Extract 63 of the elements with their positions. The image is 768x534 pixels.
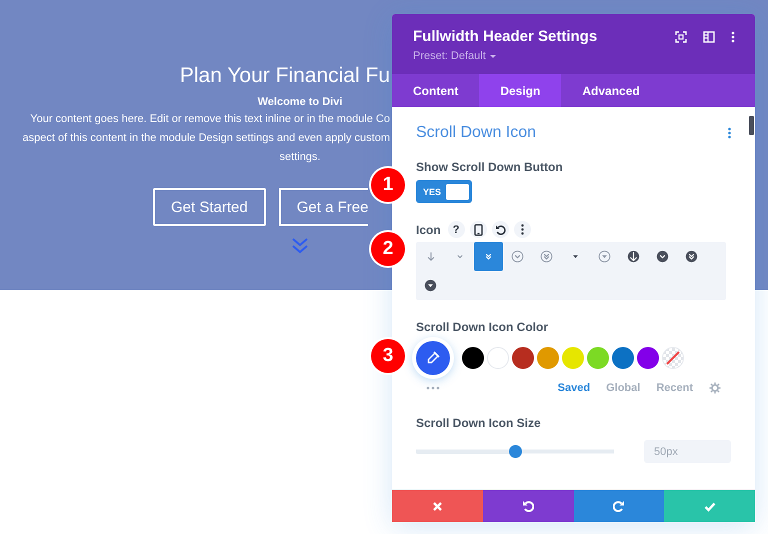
redo-icon — [612, 500, 625, 512]
double-chevron-circle-icon — [540, 250, 553, 263]
step-badge: 1 — [371, 168, 405, 202]
palette-tab[interactable]: Recent — [656, 382, 693, 394]
double-chevron-icon — [290, 236, 310, 255]
slider-thumb[interactable] — [509, 445, 522, 458]
field-label: Scroll Down Icon Color — [416, 320, 550, 334]
undo-icon — [522, 500, 534, 512]
size-input[interactable]: 50px — [644, 440, 731, 463]
toggle-switch[interactable]: YES — [416, 180, 472, 203]
body-text-line: aspect of this content in the module Design settings and even apply custom — [22, 131, 390, 146]
split-view-icon — [703, 31, 715, 43]
body-text-line: settings. — [278, 150, 322, 165]
no-color-swatch[interactable] — [662, 347, 684, 369]
ellipsis-icon — [426, 386, 440, 390]
arrow-disc-icon — [627, 250, 640, 263]
hero-button[interactable]: Get Started — [153, 188, 266, 226]
reset-button[interactable] — [492, 221, 509, 238]
tab[interactable]: Design — [479, 74, 562, 107]
field-label: Show Scroll Down Button — [416, 160, 564, 174]
redo-button[interactable] — [574, 490, 664, 522]
panel-title: Fullwidth Header Settings — [413, 28, 598, 45]
more-icon — [731, 31, 735, 43]
color-swatch[interactable] — [512, 347, 534, 369]
scrollbar-thumb[interactable] — [749, 116, 754, 135]
chevron-circle-icon — [511, 250, 524, 263]
caret-circle-icon — [598, 250, 611, 263]
chevron-disc-icon — [656, 250, 669, 263]
check-icon — [704, 500, 716, 512]
more-icon — [520, 224, 524, 235]
hero-button[interactable]: Get a Free — [278, 188, 368, 226]
more-icon — [728, 127, 731, 139]
preset-selector[interactable]: Preset: Default — [413, 50, 486, 62]
field-label: Icon — [416, 222, 441, 236]
double-chevron-disc-icon — [685, 250, 698, 263]
caret-down-icon — [488, 53, 497, 59]
step-badge: 2 — [371, 232, 405, 266]
help-button[interactable]: ? — [448, 221, 465, 238]
device-button[interactable] — [470, 221, 487, 238]
tab[interactable]: Advanced — [561, 74, 661, 107]
step-badge: 3 — [371, 339, 405, 373]
undo-button[interactable] — [482, 490, 574, 522]
color-swatch[interactable] — [462, 347, 484, 369]
focus-icon — [675, 31, 687, 43]
color-picker-button[interactable] — [416, 341, 450, 375]
hero-subtitle: Welcome to Divi — [256, 95, 344, 110]
body-text-line: Your content goes here. Edit or remove this text inline or in the module Co — [29, 112, 390, 127]
color-swatch[interactable] — [537, 347, 559, 369]
options-button[interactable] — [514, 221, 531, 238]
color-swatch[interactable] — [637, 347, 659, 369]
tab[interactable]: Content — [392, 74, 480, 107]
palette-tab[interactable]: Saved — [558, 382, 590, 394]
section-title: Scroll Down Icon — [416, 124, 536, 142]
caret-disc-icon — [424, 279, 437, 292]
palette-tab[interactable]: Global — [606, 382, 640, 394]
eyedropper-icon — [426, 351, 440, 365]
field-label: Scroll Down Icon Size — [416, 416, 542, 430]
hero-title: Plan Your Financial Fu — [178, 63, 390, 89]
settings-icon — [709, 382, 721, 394]
close-icon — [432, 500, 443, 512]
phone-icon — [474, 224, 483, 236]
color-swatch[interactable] — [612, 347, 634, 369]
undo-icon — [494, 224, 506, 235]
